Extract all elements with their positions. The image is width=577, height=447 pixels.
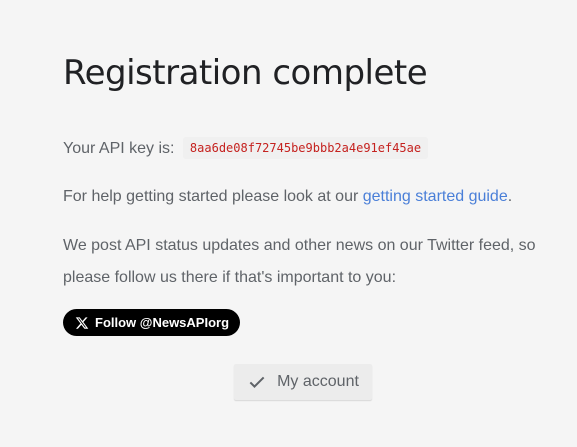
api-key-label: Your API key is: — [63, 140, 175, 157]
help-text-prefix: For help getting started please look at … — [63, 188, 363, 205]
twitter-follow-button[interactable]: Follow @NewsAPIorg — [63, 309, 241, 336]
api-key-value[interactable]: 8aa6de08f72745be9bbb2a4e91ef45ae — [182, 137, 429, 159]
help-text-suffix: . — [507, 188, 513, 205]
x-logo-icon — [75, 316, 89, 330]
my-account-button[interactable]: My account — [234, 364, 372, 400]
twitter-news-paragraph: We post API status updates and other new… — [63, 237, 536, 286]
getting-started-guide-link[interactable]: getting started guide — [363, 188, 508, 205]
check-icon — [247, 372, 267, 392]
page-title: Registration complete — [63, 53, 428, 93]
twitter-follow-label: Follow @NewsAPIorg — [95, 315, 230, 330]
help-line: For help getting started please look at … — [63, 184, 512, 210]
my-account-label: My account — [277, 373, 359, 390]
api-key-line: Your API key is: 8aa6de08f72745be9bbb2a4… — [63, 136, 429, 162]
registration-page: Registration complete Your API key is: 8… — [0, 0, 577, 447]
